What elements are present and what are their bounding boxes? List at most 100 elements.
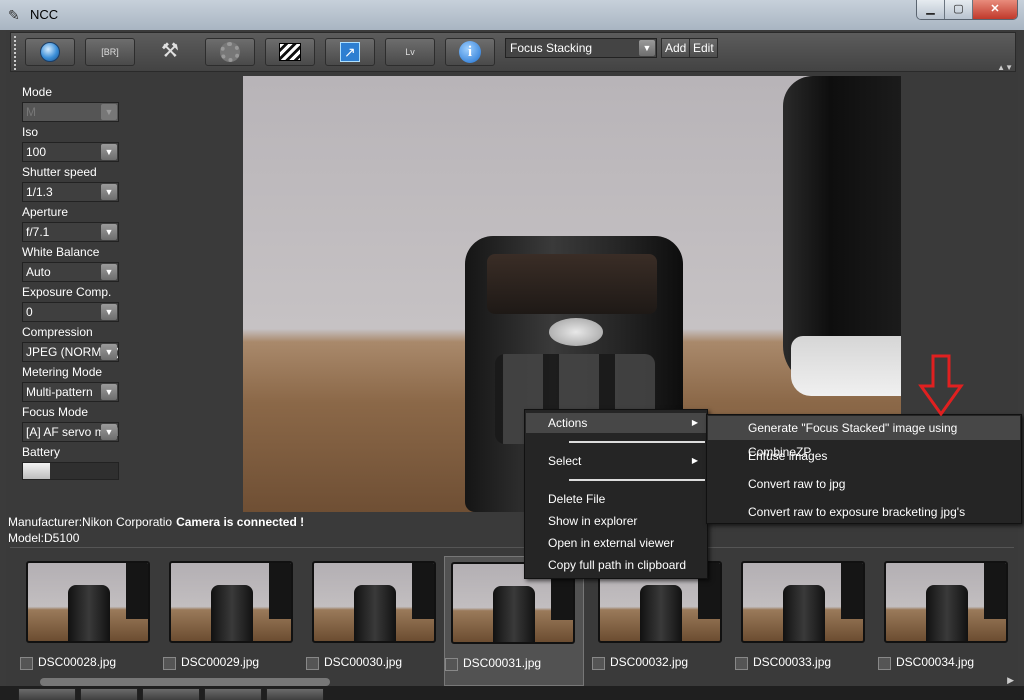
thumbnail-item[interactable]: DSC00028.jpg — [20, 556, 160, 686]
add-button[interactable]: Add — [661, 38, 691, 58]
manufacturer-text: Manufacturer:Nikon Corporatio — [8, 515, 173, 529]
iso-value: 100 — [26, 145, 47, 159]
aperture-value: f/7.1 — [26, 225, 50, 239]
menu-item-label: Actions — [548, 416, 588, 430]
tools-icon: ⚒ — [161, 40, 179, 62]
thumbnail-item[interactable]: DSC00034.jpg — [878, 556, 1018, 686]
menu-item-label: Select — [548, 454, 582, 468]
app-icon: ✎ — [8, 7, 20, 23]
menu-item-copy-path[interactable]: Copy full path in clipboard — [526, 555, 706, 575]
toolbar-overflow-icon[interactable]: ▲▼ — [997, 63, 1013, 72]
submenu-arrow-icon: ▶ — [691, 418, 698, 427]
thumbnail-checkbox[interactable] — [592, 657, 605, 670]
taskbar-item[interactable] — [204, 688, 262, 700]
white-balance-dropdown[interactable]: Auto ▼ — [22, 262, 119, 282]
gear-icon — [220, 42, 240, 62]
iso-label: Iso — [22, 125, 39, 139]
battery-label: Battery — [22, 445, 61, 459]
globe-icon — [40, 42, 60, 62]
thumbnail-name: DSC00031.jpg — [463, 656, 542, 670]
thumbnail-checkbox[interactable] — [445, 658, 458, 671]
taskbar-item[interactable] — [266, 688, 324, 700]
taskbar-item[interactable] — [142, 688, 200, 700]
thumbnail-checkbox[interactable] — [20, 657, 33, 670]
thumbnail-image[interactable] — [884, 561, 1008, 643]
menu-item-raw-to-jpg[interactable]: Convert raw to jpg — [708, 472, 1020, 496]
chevron-down-icon: ▼ — [101, 184, 117, 200]
maximize-button[interactable]: ▢ — [945, 0, 973, 19]
br-label: [BR] — [101, 47, 119, 57]
compression-label: Compression — [22, 325, 93, 339]
lens-cap — [791, 336, 901, 396]
thumbnail-name: DSC00028.jpg — [38, 655, 117, 669]
shutter-speed-dropdown[interactable]: 1/1.3 ▼ — [22, 182, 119, 202]
movie-button[interactable] — [265, 38, 315, 66]
arrow-shape — [918, 354, 964, 416]
actions-submenu: Generate "Focus Stacked" image using Com… — [706, 414, 1022, 524]
fullscreen-button[interactable] — [325, 38, 375, 66]
iso-dropdown[interactable]: 100 ▼ — [22, 142, 119, 162]
menu-item-raw-to-bracketing[interactable]: Convert raw to exposure bracketing jpg's — [708, 500, 1020, 524]
thumbnail-scrollbar[interactable]: ▶ — [10, 675, 1014, 686]
info-icon: i — [459, 41, 481, 63]
thumbnail-name: DSC00030.jpg — [324, 655, 403, 669]
focus-mode-dropdown[interactable]: [A] AF servo mode ▼ — [22, 422, 119, 442]
thumbnail-item[interactable]: DSC00029.jpg — [163, 556, 303, 686]
taskbar-item[interactable] — [18, 688, 76, 700]
settings-button[interactable] — [205, 38, 255, 66]
menu-item-focus-stack[interactable]: Generate "Focus Stacked" image using Com… — [708, 416, 1020, 459]
thumbnail-name: DSC00033.jpg — [753, 655, 832, 669]
thumbnail-item[interactable]: DSC00033.jpg — [735, 556, 875, 686]
thumbnail-checkbox[interactable] — [306, 657, 319, 670]
edit-button[interactable]: Edit — [689, 38, 718, 58]
liveview-button[interactable]: Lv — [385, 38, 435, 66]
chevron-down-icon: ▼ — [101, 144, 117, 160]
mode-label: Mode — [22, 85, 53, 99]
mode-value: M — [26, 105, 36, 119]
connect-button[interactable] — [25, 38, 75, 66]
white-balance-label: White Balance — [22, 245, 100, 259]
thumbnail-image[interactable] — [169, 561, 293, 643]
connection-status: Camera is connected ! — [176, 515, 305, 529]
thumbnail-image[interactable] — [741, 561, 865, 643]
minimize-button[interactable]: ▁ — [917, 0, 945, 19]
scrollbar-thumb[interactable] — [40, 678, 330, 686]
thumbnail-strip: DSC00028.jpg DSC00029.jpg DSC00030.jpg D… — [10, 547, 1014, 687]
menu-item-enfuse[interactable]: Enfuse images — [708, 444, 1020, 468]
menu-separator — [569, 441, 705, 443]
tools-button[interactable]: ⚒ — [145, 38, 195, 66]
bracketing-button[interactable]: [BR] — [85, 38, 135, 66]
thumbnail-image[interactable] — [312, 561, 436, 643]
close-button[interactable]: ✕ — [973, 0, 1017, 19]
scroll-right-icon[interactable]: ▶ — [1007, 675, 1014, 686]
chevron-down-icon: ▼ — [101, 264, 117, 280]
camera-settings-panel: Mode M ▼ Iso 100 ▼ Shutter speed 1/1.3 ▼ Ap… — [22, 84, 122, 480]
annotation-arrow-icon — [918, 354, 964, 416]
thumbnail-checkbox[interactable] — [735, 657, 748, 670]
mode-select[interactable]: Focus Stacking ▼ — [505, 38, 657, 58]
aperture-dropdown[interactable]: f/7.1 ▼ — [22, 222, 119, 242]
thumbnail-name: DSC00032.jpg — [610, 655, 689, 669]
toolbar-grip[interactable] — [14, 36, 18, 70]
info-button[interactable]: i — [445, 38, 495, 66]
taskbar-item[interactable] — [80, 688, 138, 700]
menu-item-select[interactable]: Select ▶ — [526, 451, 706, 471]
thumbnail-item[interactable]: DSC00030.jpg — [306, 556, 446, 686]
metering-mode-label: Metering Mode — [22, 365, 103, 379]
menu-item-actions[interactable]: Actions ▶ — [526, 413, 706, 433]
thumbnail-checkbox[interactable] — [163, 657, 176, 670]
focus-mode-label: Focus Mode — [22, 405, 89, 419]
thumbnail-image[interactable] — [26, 561, 150, 643]
phone-screen — [487, 254, 657, 314]
chevron-down-icon: ▼ — [101, 224, 117, 240]
shutter-speed-value: 1/1.3 — [26, 185, 53, 199]
exposure-comp-dropdown[interactable]: 0 ▼ — [22, 302, 119, 322]
menu-item-open-external[interactable]: Open in external viewer — [526, 533, 706, 553]
exposure-comp-label: Exposure Comp. — [22, 285, 112, 299]
menu-item-show-in-explorer[interactable]: Show in explorer — [526, 511, 706, 531]
metering-mode-dropdown[interactable]: Multi-pattern ▼ — [22, 382, 119, 402]
compression-dropdown[interactable]: JPEG (NORMAL) ▼ — [22, 342, 119, 362]
thumbnail-checkbox[interactable] — [878, 657, 891, 670]
menu-separator — [569, 479, 705, 481]
menu-item-delete-file[interactable]: Delete File — [526, 489, 706, 509]
